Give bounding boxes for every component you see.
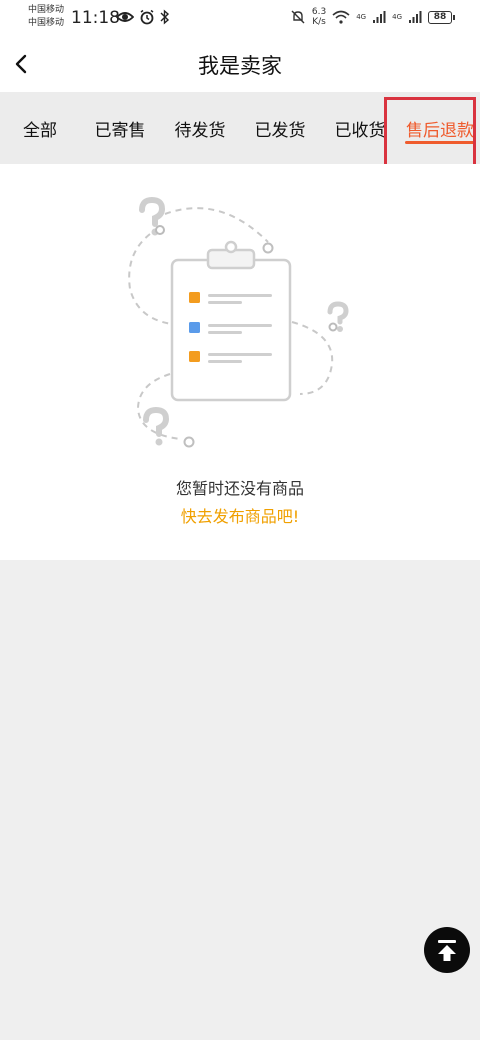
- scroll-to-top-button[interactable]: [424, 927, 470, 973]
- question-mark-icon: [143, 406, 170, 446]
- mute-icon: [291, 10, 305, 24]
- question-mark-icon: [139, 196, 166, 236]
- question-mark-icon: [327, 301, 349, 332]
- tab-label: 全部: [23, 120, 57, 141]
- empty-clipboard-illustration: [128, 196, 349, 448]
- app-header: 我是卖家: [0, 36, 480, 92]
- alarm-icon: [140, 9, 154, 25]
- tab-consigned[interactable]: 已寄售: [80, 92, 160, 164]
- tab-all[interactable]: 全部: [0, 92, 80, 164]
- empty-state-message: 您暂时还没有商品: [175, 479, 304, 498]
- tab-label: 已发货: [254, 120, 306, 141]
- tab-label: 已收货: [334, 120, 386, 141]
- carrier-info: 中国移动 中国移动: [28, 4, 64, 30]
- net-speed-value: 6.3: [311, 7, 327, 17]
- page-title: 我是卖家: [198, 54, 282, 78]
- signal-2-label: 4G: [392, 13, 402, 21]
- publish-product-link[interactable]: 快去发布商品吧!: [0, 503, 480, 527]
- status-time: 11:18: [71, 8, 120, 28]
- signal-1-label: 4G: [356, 13, 367, 21]
- signal-icon: [373, 11, 386, 23]
- eye-icon: [116, 12, 134, 22]
- empty-state-panel: 您暂时还没有商品 快去发布商品吧!: [0, 164, 480, 560]
- tab-label: 待发货: [174, 120, 226, 141]
- scroll-to-top-icon: [438, 940, 456, 961]
- signal-icon: [409, 11, 422, 23]
- battery-icon: 88: [428, 10, 455, 24]
- active-tab-indicator: [405, 141, 475, 144]
- tab-to-ship[interactable]: 待发货: [160, 92, 240, 164]
- bluetooth-icon: [160, 9, 170, 25]
- tab-shipped[interactable]: 已发货: [240, 92, 320, 164]
- tab-label: 售后退款: [406, 120, 474, 141]
- order-status-tabs: 全部 已寄售 待发货 已发货 已收货 售后退款: [0, 92, 480, 164]
- tab-after-sales-refund[interactable]: 售后退款: [400, 92, 480, 164]
- tab-label: 已寄售: [94, 120, 146, 141]
- status-bar: 中国移动 中国移动 11:18 6.3 K/s 4G 4G 88: [0, 0, 480, 36]
- net-speed: 6.3 K/s: [312, 7, 326, 27]
- carrier-2: 中国移动: [28, 18, 65, 28]
- wifi-icon: [332, 10, 350, 24]
- carrier-1: 中国移动: [28, 5, 65, 15]
- tab-received[interactable]: 已收货: [320, 92, 400, 164]
- net-speed-unit: K/s: [312, 17, 326, 27]
